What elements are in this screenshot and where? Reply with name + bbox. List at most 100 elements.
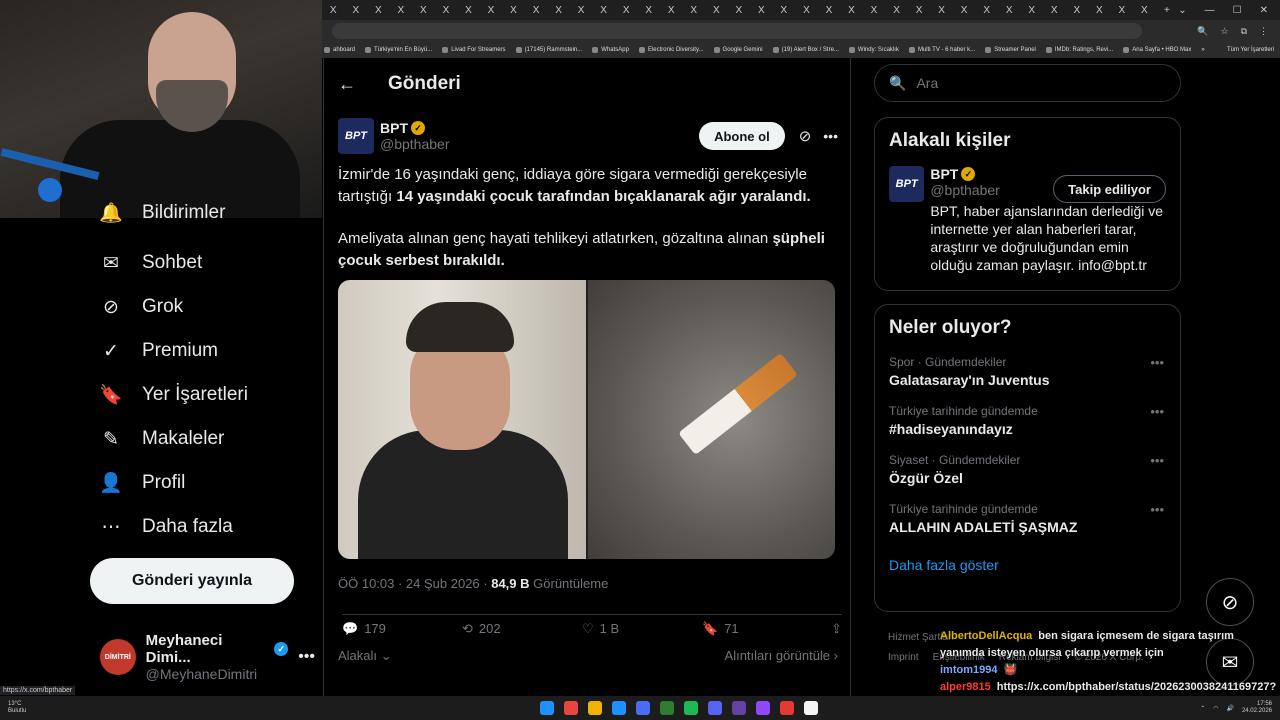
trend-item[interactable]: Siyaset · Gündemdekiler Özgür Özel •••	[889, 453, 1166, 486]
browser-tab[interactable]: X	[863, 5, 886, 16]
close-button[interactable]: ✕	[1260, 5, 1268, 16]
clock[interactable]: 17:56 24.02.2026	[1242, 701, 1272, 715]
grok-fab[interactable]: ⊘	[1206, 578, 1254, 626]
browser-tab[interactable]: X	[1043, 5, 1066, 16]
bookmark-item[interactable]: ahboard	[324, 47, 355, 53]
bookmark-item[interactable]: WhatsApp	[592, 47, 629, 53]
bookmark-item[interactable]: Streamer Panel	[985, 47, 1036, 53]
browser-tab[interactable]: X	[1088, 5, 1111, 16]
more-icon[interactable]: •••	[1150, 453, 1164, 468]
related-logo[interactable]: BPT	[889, 166, 925, 202]
browser-tab[interactable]: X	[998, 5, 1021, 16]
trend-item[interactable]: Türkiye tarihinde gündemde #hadiseyanında…	[889, 404, 1166, 437]
browser-tab[interactable]: X	[1133, 5, 1156, 16]
zoom-icon[interactable]: 🔍	[1197, 26, 1208, 37]
taskbar-app-icon[interactable]	[756, 701, 771, 715]
nav-item-premium[interactable]: ✓ Premium	[100, 340, 218, 362]
bookmark-item[interactable]: Windy: Sıcaklık	[848, 47, 899, 53]
browser-tab[interactable]: X	[322, 5, 345, 16]
share-icon[interactable]: ⇪	[831, 621, 842, 637]
author-name[interactable]: BPT	[380, 120, 408, 136]
taskbar-app-icon[interactable]	[636, 701, 651, 715]
minimize-button[interactable]: —	[1205, 5, 1215, 16]
grok-icon[interactable]: ⊘	[799, 127, 812, 145]
repost-button[interactable]: ⟲ 202	[462, 621, 582, 637]
browser-tab[interactable]: X	[1066, 5, 1089, 16]
weather-widget[interactable]: 13°C Bulutlu	[8, 701, 26, 715]
bookmark-item[interactable]: (17145) Rammstein...	[515, 47, 582, 53]
browser-tab[interactable]: X	[840, 5, 863, 16]
like-button[interactable]: ♡ 1 B	[582, 621, 702, 637]
browser-tab[interactable]: X	[1111, 5, 1134, 16]
browser-tab[interactable]: X	[750, 5, 773, 16]
taskbar-app-icon[interactable]	[660, 701, 675, 715]
tweet-time[interactable]: ÖÖ 10:03 · 24 Şub 2026 ·	[338, 576, 491, 591]
bookmark-button[interactable]: 🔖 71	[702, 621, 822, 637]
bookmark-item[interactable]: Google Gemini	[713, 47, 763, 53]
photo-cigarette[interactable]	[587, 280, 835, 559]
taskbar-app-icon[interactable]	[540, 701, 555, 715]
bookmark-item[interactable]: Multi TV - 6 haber k...	[908, 47, 975, 53]
taskbar-app-icon[interactable]	[708, 701, 723, 715]
star-icon[interactable]: ☆	[1220, 26, 1228, 37]
browser-tab[interactable]: X	[885, 5, 908, 16]
browser-tab[interactable]: X	[615, 5, 638, 16]
bookmarks-overflow[interactable]: »	[1201, 47, 1204, 53]
browser-tab[interactable]: X	[683, 5, 706, 16]
trend-item[interactable]: Spor · Gündemdekiler Galatasaray'ın Juven…	[889, 355, 1166, 388]
more-icon[interactable]: •••	[1150, 502, 1164, 517]
bookmark-item[interactable]: (19) Alert Box / Stre...	[772, 47, 839, 53]
more-icon[interactable]: •••	[1150, 355, 1164, 370]
browser-tab[interactable]: X	[457, 5, 480, 16]
post-button[interactable]: Gönderi yayınla	[90, 558, 294, 604]
maximize-button[interactable]: ☐	[1233, 5, 1242, 16]
relevance-dropdown[interactable]: Alakalı ⌄	[338, 648, 392, 666]
browser-tab[interactable]: X	[953, 5, 976, 16]
taskbar-app-icon[interactable]	[684, 701, 699, 715]
browser-tab[interactable]: X	[525, 5, 548, 16]
browser-tab[interactable]: X	[773, 5, 796, 16]
browser-tab[interactable]: X	[390, 5, 413, 16]
browser-tab[interactable]: X	[637, 5, 660, 16]
related-name[interactable]: BPT	[930, 166, 958, 182]
taskbar-app-icon[interactable]	[732, 701, 747, 715]
taskbar-app-icon[interactable]	[780, 701, 795, 715]
all-bookmarks[interactable]: Tüm Yer İşaretleri	[1227, 47, 1280, 53]
browser-tab[interactable]: X	[547, 5, 570, 16]
more-icon[interactable]: •••	[298, 648, 315, 666]
subscribe-button[interactable]: Abone ol	[699, 122, 785, 150]
browser-tab[interactable]: X	[975, 5, 998, 16]
view-quotes-link[interactable]: Alıntıları görüntüle ›	[725, 648, 838, 666]
photo-person[interactable]	[338, 280, 586, 559]
nav-item-sohbet[interactable]: ✉ Sohbet	[100, 252, 202, 274]
browser-tab[interactable]: X	[435, 5, 458, 16]
nav-item-profil[interactable]: 👤 Profil	[99, 472, 185, 494]
browser-tab[interactable]: X	[705, 5, 728, 16]
wifi-icon[interactable]: ◠	[1213, 705, 1218, 712]
account-switcher[interactable]: DİMİTRİ Meyhaneci Dimi... ✓ @MeyhaneDimit…	[100, 632, 315, 682]
browser-tab[interactable]: X	[412, 5, 435, 16]
bookmark-item[interactable]: Türkiye'nin En Büyü...	[365, 47, 432, 53]
nav-item-daha-fazla[interactable]: ⋯ Daha fazla	[100, 516, 233, 538]
browser-tab[interactable]: X	[728, 5, 751, 16]
footer-link[interactable]: Imprint	[888, 652, 919, 663]
trend-item[interactable]: Türkiye tarihinde gündemde ALLAHIN ADALET…	[889, 502, 1166, 535]
browser-tab[interactable]: X	[818, 5, 841, 16]
nav-item-makaleler[interactable]: ✎ Makaleler	[100, 428, 224, 450]
tray-chevron-icon[interactable]: ⌃	[1200, 705, 1205, 712]
volume-icon[interactable]: 🔊	[1226, 705, 1233, 712]
nav-item-bildirimler[interactable]: 🔔 Bildirimler	[99, 202, 225, 224]
browser-tab[interactable]: X	[1020, 5, 1043, 16]
browser-tab[interactable]: X	[908, 5, 931, 16]
bookmark-item[interactable]: Ana Sayfa • HBO Max	[1123, 47, 1191, 53]
more-icon[interactable]: •••	[1150, 404, 1164, 419]
new-tab-button[interactable]: +	[1156, 5, 1179, 16]
bookmark-item[interactable]: Electronic Diversity...	[638, 47, 704, 53]
taskbar-app-icon[interactable]	[804, 701, 819, 715]
url-field[interactable]	[332, 23, 1142, 39]
search-box[interactable]: 🔍 Ara	[874, 64, 1181, 102]
browser-tab[interactable]: X	[570, 5, 593, 16]
more-icon[interactable]: •••	[823, 128, 838, 144]
browser-tab[interactable]: X	[795, 5, 818, 16]
taskbar-app-icon[interactable]	[612, 701, 627, 715]
